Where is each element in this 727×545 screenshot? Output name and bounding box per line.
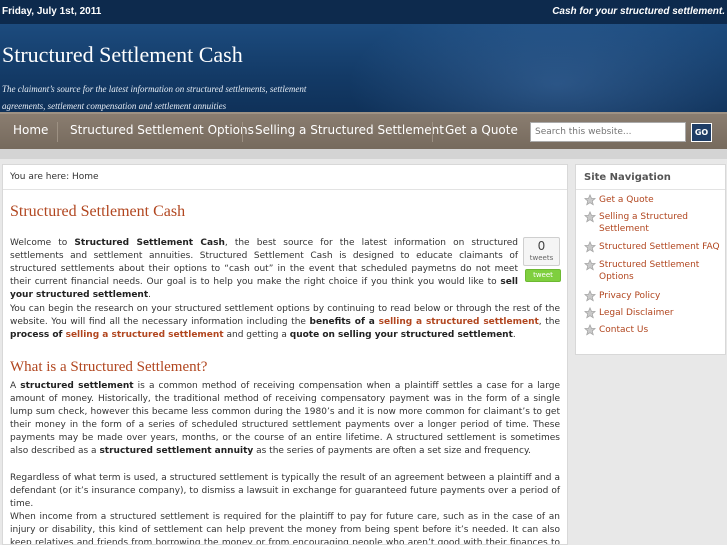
sidebar-item-label: Selling a Structured Settlement: [599, 212, 688, 234]
nav-home[interactable]: Home: [13, 114, 48, 149]
site-title[interactable]: Structured Settlement Cash: [2, 42, 243, 68]
selling-structured-settlement-link[interactable]: selling a structured settlement: [379, 317, 539, 327]
sidebar-title: Site Navigation: [584, 172, 671, 183]
sidebar-item-label: Structured Settlement Options: [599, 260, 700, 282]
header-slogan: Cash for your structured settlement.: [552, 6, 725, 17]
sidebar-item-label: Contact Us: [599, 325, 649, 335]
research-end: .: [512, 330, 516, 340]
definition-text: is a common method of receiving compensa…: [10, 381, 560, 456]
search-input[interactable]: [530, 122, 686, 142]
page-title: Structured Settlement Cash: [10, 203, 186, 220]
definition-term: structured settlement: [20, 381, 134, 391]
tweet-button[interactable]: tweet: [525, 269, 561, 282]
star-icon: [584, 307, 596, 319]
research-quote: quote on selling your structured settlem…: [289, 330, 513, 340]
star-icon: [584, 290, 596, 302]
sidebar-item-label: Get a Quote: [599, 195, 654, 205]
site-tagline: The claimant’s source for the latest inf…: [2, 84, 307, 111]
nav-separator: [432, 122, 433, 142]
current-date: Friday, July 1st, 2011: [2, 6, 102, 17]
nav-get-a-quote[interactable]: Get a Quote: [445, 114, 518, 149]
definition-annuity: structured settlement annuity: [99, 446, 254, 456]
intro-end: .: [148, 290, 152, 300]
sidebar: Site Navigation Get a Quote Selling a St…: [575, 164, 726, 355]
star-icon: [584, 211, 596, 223]
sidebar-divider: [576, 189, 725, 190]
research-paragraph: You can begin the research on your struc…: [10, 303, 560, 342]
tweet-counter: 0 tweets: [523, 237, 560, 266]
nav-structured-settlement-options[interactable]: Structured Settlement Options: [70, 114, 254, 149]
tweet-count: 0: [537, 239, 546, 253]
header-glow: [347, 24, 727, 112]
star-icon: [584, 324, 596, 336]
nav-separator: [57, 122, 58, 142]
selling-structured-settlement-link[interactable]: selling a structured settlement: [66, 330, 224, 340]
nav-selling-a-structured-settlement[interactable]: Selling a Structured Settlement: [255, 114, 444, 149]
research-process: process of: [10, 330, 66, 340]
definition-a: A: [10, 381, 21, 391]
intro-welcome: Welcome to: [10, 238, 75, 248]
tweet-count-label: tweets: [529, 254, 554, 262]
definition-end: as the series of payments are often a se…: [253, 446, 531, 456]
income-paragraph: When income from a structured settlement…: [10, 512, 560, 545]
star-icon: [584, 259, 596, 271]
site-header: Structured Settlement Cash The claimant’…: [0, 24, 727, 112]
sidebar-item-label: Privacy Policy: [599, 291, 661, 301]
search-button[interactable]: GO: [691, 123, 712, 142]
sidebar-item-label: Structured Settlement FAQ: [599, 242, 720, 252]
research-benefits: benefits of a: [309, 317, 379, 327]
intro-brand: Structured Settlement Cash: [74, 238, 225, 248]
breadcrumb: You are here: Home: [3, 165, 567, 190]
definition-paragraph: A structured settlement is a common meth…: [10, 380, 560, 458]
regardless-paragraph: Regardless of what term is used, a struc…: [10, 473, 560, 509]
section-heading: What is a Structured Settlement?: [10, 359, 208, 375]
research-and: and getting a: [223, 330, 290, 340]
sidebar-item-label: Legal Disclaimer: [599, 308, 674, 318]
main-content: You are here: Home Structured Settlement…: [2, 164, 568, 545]
research-comma: , the: [538, 317, 560, 327]
star-icon: [584, 194, 596, 206]
top-bar: Friday, July 1st, 2011 Cash for your str…: [0, 0, 727, 24]
intro-paragraph: Welcome to Structured Settlement Cash, t…: [10, 237, 518, 302]
main-nav: Home Structured Settlement Options Selli…: [0, 112, 727, 149]
header-band: [0, 149, 727, 159]
star-icon: [584, 241, 596, 253]
nav-separator: [242, 122, 243, 142]
